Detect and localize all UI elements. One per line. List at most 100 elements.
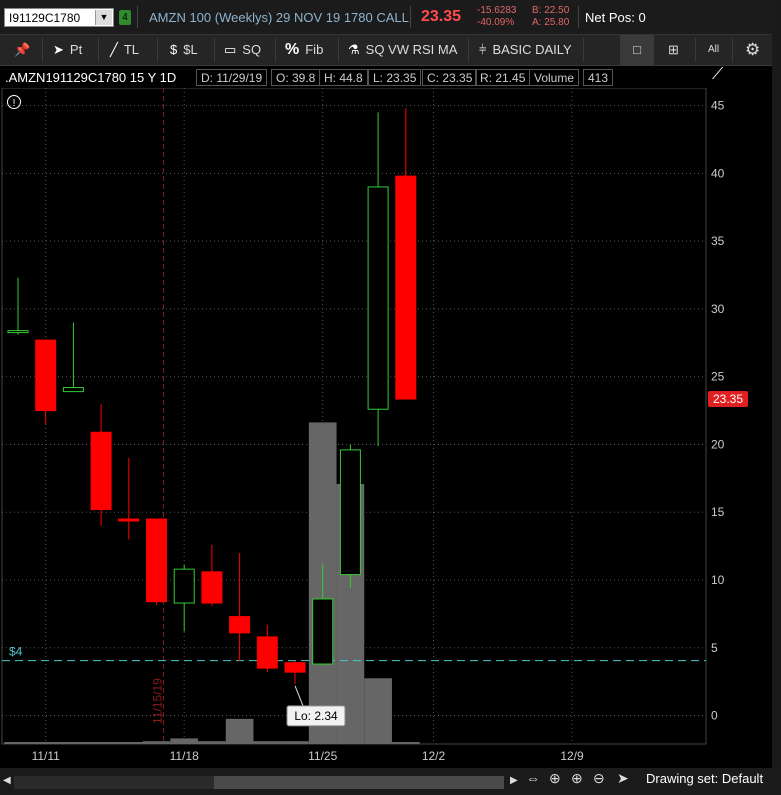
- fibonacci-tool-button[interactable]: % Fib: [285, 35, 323, 65]
- square-icon: □: [633, 42, 641, 57]
- high-cell: H: 44.8: [319, 69, 368, 86]
- volume-bar: [31, 742, 60, 744]
- volume-bar: [59, 742, 88, 744]
- divider: [338, 38, 339, 62]
- y-tick-label: 35: [711, 234, 725, 248]
- volume-bar: [253, 741, 282, 744]
- fibonacci-tool-label: Fib: [305, 42, 324, 57]
- rectangle-tool-button[interactable]: ▭ SQ: [224, 35, 261, 65]
- last-price-tag-label: 23.35: [713, 392, 743, 406]
- drawing-set-label[interactable]: Drawing set: Default: [646, 771, 763, 786]
- divider: [578, 6, 579, 28]
- date-marker-label: 11/15/19: [150, 678, 164, 724]
- studies-button[interactable]: ⚗ SQ VW RSI MA: [348, 35, 457, 65]
- symbol-input[interactable]: I91129C1780 ▼: [4, 8, 114, 27]
- x-tick-label: 11/18: [170, 749, 199, 763]
- low-cell: L: 23.35: [368, 69, 422, 86]
- style-label: BASIC DAILY: [492, 42, 572, 57]
- y-tick-label: 45: [711, 99, 725, 113]
- volume-bar: [170, 738, 199, 744]
- candle-body: [367, 186, 389, 410]
- flask-icon: ⚗: [348, 42, 360, 57]
- bid-value: B: 22.50: [532, 5, 570, 16]
- crosshair-icon[interactable]: ⊕: [549, 770, 561, 787]
- candle-body: [256, 636, 278, 669]
- volume-bar: [364, 678, 392, 744]
- x-tick-label: 11/25: [308, 749, 337, 763]
- candle-body: [284, 662, 306, 673]
- net-position: Net Pos: 0: [585, 10, 646, 25]
- candle-body: [90, 431, 112, 511]
- divider: [42, 38, 43, 62]
- volume-bar: [4, 742, 32, 744]
- line-icon: ╱: [110, 42, 118, 57]
- scroll-right-icon[interactable]: ▶: [510, 775, 518, 786]
- link-icon[interactable]: 4: [119, 10, 131, 25]
- x-tick-label: 12/2: [422, 749, 446, 763]
- volume-label: Volume: [529, 69, 580, 86]
- divider: [695, 38, 696, 62]
- change-value: -15.6283: [477, 5, 517, 16]
- candle-body: [35, 339, 57, 412]
- rectangle-icon: ▭: [224, 42, 237, 57]
- expand-horizontal-icon[interactable]: ⇔: [526, 770, 540, 786]
- price-chart[interactable]: 11/15/19 $4 0 5 10 15 20 25 30 35 40 45 23.35 11/11 11…: [0, 87, 781, 768]
- style-button[interactable]: ⫩ BASIC DAILY: [479, 35, 572, 65]
- pointer-tool-label: Pt: [69, 42, 83, 57]
- net-change: -15.6283 -40.09%: [477, 5, 516, 29]
- cursor-arrow-icon: ➤: [53, 42, 64, 57]
- dollar-line-icon: $: [170, 42, 178, 57]
- volume-value: 413: [583, 69, 614, 86]
- percent-icon: %: [285, 41, 300, 58]
- bottom-bar: ◀ ▶ ⇔ ⊕ ⊕ ⊖ ➤ Drawing set: Default: [0, 768, 781, 795]
- close-cell: C: 23.35: [422, 69, 478, 86]
- all-button[interactable]: All: [708, 35, 719, 65]
- price-level-tool-label: $L: [183, 42, 198, 57]
- grid-icon: ⊞: [668, 42, 679, 57]
- y-tick-label: 0: [711, 709, 718, 723]
- candle-body: [229, 616, 251, 634]
- right-panel-strip[interactable]: [772, 0, 781, 795]
- candle-body: [7, 330, 29, 334]
- trendline-tool-label: TL: [123, 42, 139, 57]
- pin-button[interactable]: 📌: [14, 35, 36, 65]
- grid-layout-button[interactable]: ⊞: [668, 35, 679, 65]
- chevron-down-icon[interactable]: ▼: [95, 10, 112, 25]
- trendline-tool-button[interactable]: ╱ TL: [110, 35, 139, 65]
- alert-icon-mark: !: [13, 98, 16, 109]
- pointer-tool-button[interactable]: ➤ Pt: [53, 35, 82, 65]
- symbol-text: I91129C1780: [9, 11, 81, 25]
- divider: [410, 6, 411, 28]
- candle-body: [339, 449, 361, 576]
- y-tick-label: 20: [711, 437, 725, 451]
- price-level-label: $4: [9, 645, 23, 659]
- candle-body: [312, 598, 334, 665]
- low-callout-label: Lo: 2.34: [294, 709, 338, 723]
- chart-style-icon[interactable]: ⟋: [712, 66, 723, 84]
- scrollbar-thumb[interactable]: [214, 776, 504, 789]
- y-tick-label: 15: [711, 505, 725, 519]
- chart-symbol: .AMZN191129C1780 15 Y 1D: [5, 70, 177, 85]
- y-tick-label: 5: [711, 641, 718, 655]
- volume-bar: [142, 741, 171, 744]
- single-layout-button[interactable]: □: [620, 35, 654, 65]
- candle-body: [118, 518, 140, 522]
- zoom-in-icon[interactable]: ⊕: [571, 770, 583, 787]
- horizontal-scrollbar[interactable]: [14, 776, 504, 789]
- scroll-left-icon[interactable]: ◀: [3, 775, 11, 786]
- ask-value: A: 25.80: [532, 17, 570, 28]
- y-tick-label: 40: [711, 166, 725, 180]
- date-cell: D: 11/29/19: [196, 69, 268, 86]
- divider: [468, 38, 469, 62]
- price-level-tool-button[interactable]: $ $L: [170, 35, 198, 65]
- volume-bar: [391, 742, 420, 744]
- y-tick-label: 30: [711, 302, 725, 316]
- gear-icon[interactable]: ⚙: [745, 35, 760, 65]
- candle-body: [173, 568, 195, 604]
- cursor-arrow-icon[interactable]: ➤: [617, 770, 629, 787]
- chart-area[interactable]: 11/15/19 $4 0 5 10 15 20 25 30 35 40 45 23.35 11/11 11…: [0, 87, 781, 768]
- chart-info-bar: .AMZN191129C1780 15 Y 1D D: 11/29/19 O: …: [0, 66, 723, 88]
- volume-bar: [87, 742, 115, 744]
- divider: [214, 38, 215, 62]
- zoom-out-icon[interactable]: ⊖: [593, 770, 605, 787]
